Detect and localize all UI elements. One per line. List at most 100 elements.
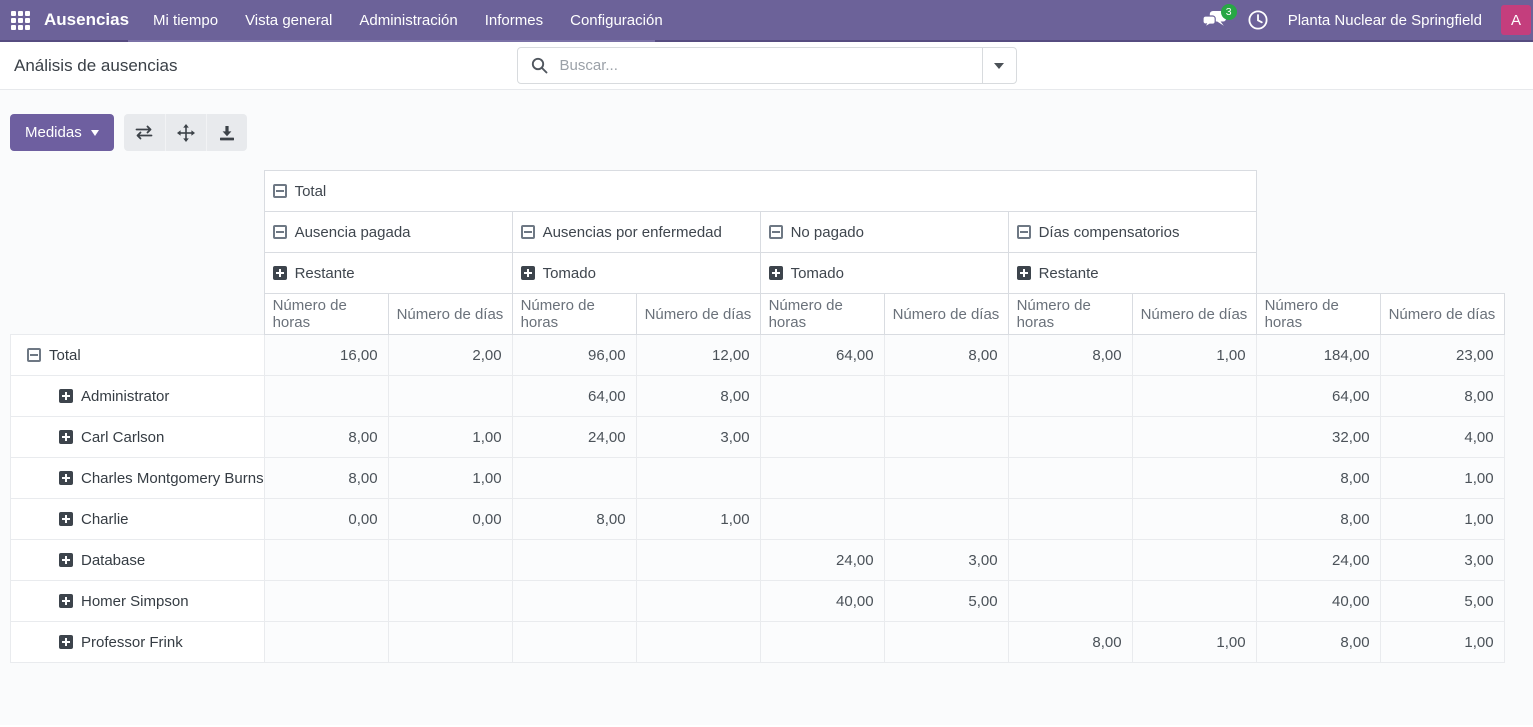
pivot-cell[interactable] bbox=[883, 457, 1009, 499]
pivot-cell[interactable] bbox=[1131, 498, 1257, 540]
pivot-cell[interactable] bbox=[263, 580, 389, 622]
pivot-cell[interactable] bbox=[1131, 457, 1257, 499]
pivot-cell[interactable]: 3,00 bbox=[635, 416, 761, 458]
expand-all-button[interactable] bbox=[164, 114, 206, 151]
pivot-cell[interactable]: 23,00 bbox=[1379, 334, 1505, 376]
measure-header[interactable]: Número de días bbox=[387, 293, 513, 335]
menu-item-mi-tiempo[interactable]: Mi tiempo bbox=[153, 12, 218, 29]
pivot-cell[interactable] bbox=[511, 580, 637, 622]
pivot-cell[interactable]: 64,00 bbox=[759, 334, 885, 376]
expand-icon[interactable] bbox=[1016, 265, 1031, 280]
pivot-colsubgroup-tomado[interactable]: Tomado bbox=[759, 252, 1009, 294]
flip-axis-button[interactable] bbox=[124, 114, 165, 151]
expand-icon[interactable] bbox=[768, 265, 783, 280]
measures-button[interactable]: Medidas bbox=[10, 114, 114, 151]
pivot-cell[interactable] bbox=[635, 621, 761, 663]
pivot-cell[interactable]: 8,00 bbox=[1007, 334, 1133, 376]
expand-icon[interactable] bbox=[59, 470, 73, 485]
pivot-cell[interactable]: 32,00 bbox=[1255, 416, 1381, 458]
measure-header[interactable]: Número de horas bbox=[511, 293, 637, 335]
pivot-cell[interactable]: 40,00 bbox=[759, 580, 885, 622]
pivot-row-header[interactable]: Total bbox=[10, 334, 265, 376]
menu-item-informes[interactable]: Informes bbox=[485, 12, 543, 29]
pivot-cell[interactable] bbox=[511, 457, 637, 499]
measure-header[interactable]: Número de días bbox=[1379, 293, 1505, 335]
pivot-cell[interactable] bbox=[1007, 498, 1133, 540]
pivot-cell[interactable] bbox=[387, 621, 513, 663]
menu-item-vista-general[interactable]: Vista general bbox=[245, 12, 332, 29]
pivot-cell[interactable] bbox=[759, 498, 885, 540]
pivot-cell[interactable]: 1,00 bbox=[1379, 498, 1505, 540]
pivot-cell[interactable] bbox=[263, 375, 389, 417]
pivot-cell[interactable]: 8,00 bbox=[1379, 375, 1505, 417]
collapse-icon[interactable] bbox=[520, 224, 535, 239]
pivot-cell[interactable]: 8,00 bbox=[263, 457, 389, 499]
pivot-cell[interactable] bbox=[883, 498, 1009, 540]
pivot-cell[interactable] bbox=[1007, 375, 1133, 417]
pivot-cell[interactable] bbox=[759, 416, 885, 458]
pivot-colgroup-ausencias-enfermedad[interactable]: Ausencias por enfermedad bbox=[511, 211, 761, 253]
pivot-colgroup-total[interactable]: Total bbox=[263, 170, 1257, 212]
expand-icon[interactable] bbox=[59, 511, 73, 526]
pivot-cell[interactable]: 8,00 bbox=[263, 416, 389, 458]
download-button[interactable] bbox=[205, 114, 247, 151]
pivot-cell[interactable]: 2,00 bbox=[387, 334, 513, 376]
collapse-icon[interactable] bbox=[768, 224, 783, 239]
pivot-cell[interactable] bbox=[1131, 539, 1257, 581]
pivot-cell[interactable]: 8,00 bbox=[883, 334, 1009, 376]
pivot-colsubgroup-restante[interactable]: Restante bbox=[1007, 252, 1257, 294]
collapse-icon[interactable] bbox=[272, 224, 287, 239]
pivot-cell[interactable] bbox=[1131, 580, 1257, 622]
pivot-cell[interactable] bbox=[511, 621, 637, 663]
pivot-cell[interactable] bbox=[1007, 416, 1133, 458]
pivot-cell[interactable]: 8,00 bbox=[635, 375, 761, 417]
measure-header[interactable]: Número de horas bbox=[759, 293, 885, 335]
pivot-cell[interactable]: 4,00 bbox=[1379, 416, 1505, 458]
pivot-cell[interactable]: 8,00 bbox=[511, 498, 637, 540]
pivot-row-header[interactable]: Administrator bbox=[10, 375, 265, 417]
search-dropdown-toggle[interactable] bbox=[981, 48, 1016, 83]
pivot-cell[interactable] bbox=[1007, 539, 1133, 581]
pivot-colgroup-dias-compensatorios[interactable]: Días compensatorios bbox=[1007, 211, 1257, 253]
pivot-cell[interactable]: 12,00 bbox=[635, 334, 761, 376]
pivot-cell[interactable] bbox=[635, 457, 761, 499]
pivot-cell[interactable]: 0,00 bbox=[387, 498, 513, 540]
pivot-cell[interactable]: 3,00 bbox=[883, 539, 1009, 581]
measure-header[interactable]: Número de días bbox=[1131, 293, 1257, 335]
pivot-row-header[interactable]: Professor Frink bbox=[10, 621, 265, 663]
pivot-row-header[interactable]: Charlie bbox=[10, 498, 265, 540]
apps-menu-button[interactable] bbox=[2, 0, 38, 40]
pivot-row-header[interactable]: Charles Montgomery Burns bbox=[10, 457, 265, 499]
pivot-cell[interactable] bbox=[387, 539, 513, 581]
expand-icon[interactable] bbox=[59, 429, 73, 444]
pivot-cell[interactable]: 184,00 bbox=[1255, 334, 1381, 376]
pivot-cell[interactable] bbox=[263, 539, 389, 581]
menu-item-administracion[interactable]: Administración bbox=[359, 12, 457, 29]
pivot-cell[interactable] bbox=[263, 621, 389, 663]
expand-icon[interactable] bbox=[59, 388, 73, 403]
pivot-cell[interactable]: 8,00 bbox=[1255, 498, 1381, 540]
pivot-cell[interactable]: 24,00 bbox=[511, 416, 637, 458]
collapse-icon[interactable] bbox=[272, 183, 287, 198]
pivot-cell[interactable] bbox=[883, 416, 1009, 458]
pivot-cell[interactable]: 16,00 bbox=[263, 334, 389, 376]
pivot-cell[interactable]: 24,00 bbox=[1255, 539, 1381, 581]
pivot-cell[interactable]: 96,00 bbox=[511, 334, 637, 376]
avatar[interactable]: A bbox=[1501, 5, 1531, 35]
measure-header[interactable]: Número de días bbox=[883, 293, 1009, 335]
pivot-cell[interactable] bbox=[759, 457, 885, 499]
pivot-cell[interactable]: 1,00 bbox=[1131, 621, 1257, 663]
measure-header[interactable]: Número de horas bbox=[1255, 293, 1381, 335]
pivot-cell[interactable] bbox=[387, 580, 513, 622]
pivot-cell[interactable]: 5,00 bbox=[883, 580, 1009, 622]
app-name[interactable]: Ausencias bbox=[44, 10, 129, 30]
pivot-cell[interactable]: 24,00 bbox=[759, 539, 885, 581]
pivot-colsubgroup-restante[interactable]: Restante bbox=[263, 252, 513, 294]
measure-header[interactable]: Número de días bbox=[635, 293, 761, 335]
pivot-cell[interactable]: 1,00 bbox=[387, 457, 513, 499]
pivot-cell[interactable] bbox=[635, 580, 761, 622]
pivot-cell[interactable] bbox=[883, 621, 1009, 663]
pivot-row-header[interactable]: Carl Carlson bbox=[10, 416, 265, 458]
pivot-cell[interactable]: 64,00 bbox=[511, 375, 637, 417]
expand-icon[interactable] bbox=[59, 593, 73, 608]
